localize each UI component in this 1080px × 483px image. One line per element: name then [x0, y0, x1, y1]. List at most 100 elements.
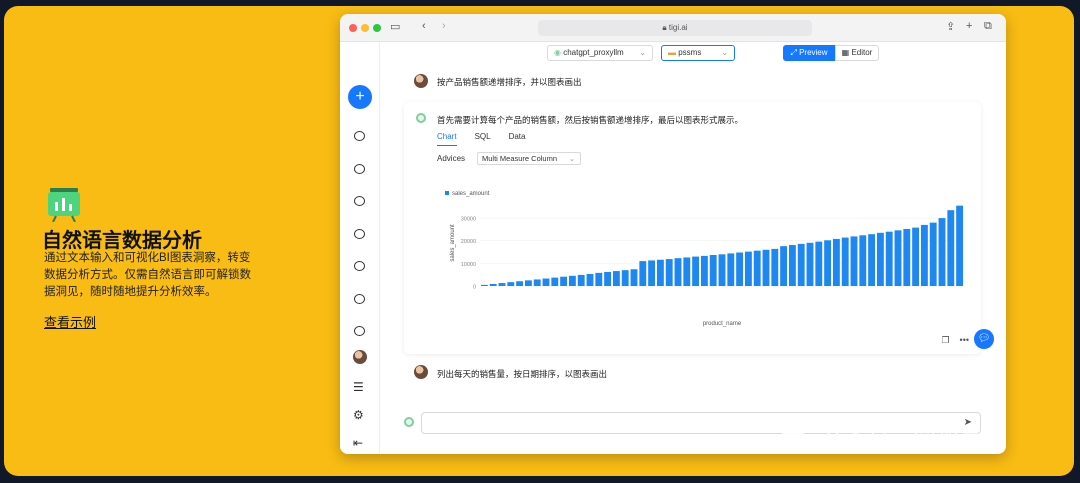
bar	[929, 222, 937, 286]
tabs-overview-icon[interactable]: ⧉	[984, 20, 992, 33]
bar	[560, 276, 568, 286]
bar	[489, 283, 497, 286]
card-actions: ❐ •••	[941, 335, 969, 346]
user-avatar	[414, 365, 428, 379]
bar	[938, 218, 946, 286]
bar	[674, 258, 682, 286]
sidebar-toggle-icon[interactable]: ▭	[390, 20, 400, 33]
advices-label: Advices	[437, 154, 466, 163]
chat-float-button[interactable]: 💬︎	[974, 329, 994, 349]
chat-history-icon[interactable]	[354, 164, 365, 174]
bar	[648, 260, 656, 286]
tab-sql[interactable]: SQL	[475, 132, 491, 146]
more-icon[interactable]: •••	[960, 335, 969, 346]
share-icon[interactable]: ⇪	[946, 20, 955, 33]
bar	[656, 259, 664, 286]
chevron-down-icon: ⌄	[721, 48, 728, 57]
bar	[744, 251, 752, 286]
wechat-icon	[781, 427, 813, 452]
forward-icon[interactable]: ›	[442, 20, 446, 32]
copy-icon[interactable]: ❐	[941, 335, 949, 346]
bar	[612, 271, 620, 286]
y-tick-label: 30000	[461, 217, 476, 223]
legend-swatch	[445, 191, 449, 195]
assistant-response-card: 首先需要计算每个产品的销售额，然后按销售额递增排序，最后以图表形式展示。 Cha…	[404, 102, 981, 354]
bar	[665, 259, 673, 286]
bar	[771, 248, 779, 286]
bar	[639, 261, 647, 286]
advices-select-value: Multi Measure Column	[482, 154, 558, 163]
tab-chart[interactable]: Chart	[437, 132, 457, 146]
new-chat-button[interactable]: +	[348, 85, 372, 109]
bar	[709, 254, 717, 286]
bar	[956, 205, 964, 286]
address-bar[interactable]: 🔒︎ tigi.ai	[538, 20, 812, 36]
collapse-sidebar-icon[interactable]: ⇤	[353, 436, 363, 450]
chevron-down-icon: ⌄	[639, 48, 646, 57]
y-tick-label: 10000	[461, 262, 476, 268]
bar	[498, 283, 506, 286]
assistant-icon	[404, 417, 414, 427]
bar	[780, 246, 788, 286]
chat-toolbar: ◉ chatgpt_proxyllm ⌄ ▬ pssms ⌄ ⤢ Preview ▦…	[380, 42, 1006, 64]
editor-label: Editor	[851, 48, 873, 57]
settings-icon[interactable]: ⚙	[353, 408, 364, 422]
view-example-link[interactable]: 查看示例	[44, 312, 96, 331]
app-sidebar: + ☰ ⚙ ⇤	[340, 42, 380, 454]
bar	[621, 270, 629, 286]
user-avatar[interactable]	[353, 350, 367, 364]
bar	[850, 236, 858, 286]
watermark: 公众号 · 赛那云	[780, 424, 983, 456]
assistant-icon	[416, 113, 426, 123]
preview-label: Preview	[799, 48, 828, 57]
bar	[524, 280, 532, 286]
bar	[577, 274, 585, 286]
bar	[885, 231, 893, 286]
bar	[718, 254, 726, 286]
database-icon: ▬	[668, 48, 679, 57]
bar	[568, 275, 576, 286]
assistant-message: 首先需要计算每个产品的销售额，然后按销售额递增排序，最后以图表形式展示。	[437, 115, 744, 125]
chat-history-icon[interactable]	[354, 196, 365, 206]
advices-select[interactable]: Multi Measure Column ⌄	[477, 152, 581, 165]
chart-board-icon	[48, 188, 80, 222]
chat-history-icon[interactable]	[354, 294, 365, 304]
bar	[894, 230, 902, 286]
model-select-value: chatgpt_proxyllm	[563, 48, 624, 57]
browser-window: ▭ ‹ › 🔒︎ tigi.ai ⇪ + ⧉ + ☰ ⚙ ⇤ ◉ chatgpt…	[340, 14, 1006, 454]
bar	[947, 210, 955, 286]
sales-bar-chart: 0 10000 20000 30000 sales_amount sales_amount…	[445, 191, 964, 327]
url-text: tigi.ai	[668, 23, 688, 32]
model-icon: ◉	[554, 48, 564, 57]
user-message: 列出每天的销售量，按日期排序，以图表画出	[437, 369, 608, 379]
preview-button[interactable]: ⤢ Preview	[783, 45, 835, 61]
tab-data[interactable]: Data	[509, 132, 526, 146]
bar	[586, 274, 594, 286]
chat-history-icon[interactable]	[354, 261, 365, 271]
minimize-window-icon[interactable]	[361, 24, 369, 32]
x-axis-label: product_name	[703, 321, 742, 327]
chat-history-icon[interactable]	[354, 131, 365, 141]
chat-history-icon[interactable]	[354, 326, 365, 336]
model-select[interactable]: ◉ chatgpt_proxyllm ⌄	[547, 45, 653, 61]
new-tab-icon[interactable]: +	[966, 20, 972, 32]
maximize-window-icon[interactable]	[373, 24, 381, 32]
menu-icon[interactable]: ☰	[353, 380, 364, 394]
bar	[700, 255, 708, 286]
bar	[683, 257, 691, 286]
bar	[797, 243, 805, 286]
bar	[832, 238, 840, 286]
bar	[868, 234, 876, 286]
y-tick-label: 20000	[461, 239, 476, 245]
close-window-icon[interactable]	[349, 24, 357, 32]
bar	[859, 235, 867, 286]
database-select[interactable]: ▬ pssms ⌄	[661, 45, 735, 61]
chat-history-icon[interactable]	[354, 229, 365, 239]
bar	[542, 278, 550, 286]
bar	[762, 249, 770, 286]
bar	[551, 277, 559, 286]
user-message: 按产品销售额递增排序，并以图表画出	[437, 77, 582, 87]
bar	[727, 253, 735, 286]
back-icon[interactable]: ‹	[422, 20, 426, 32]
editor-button[interactable]: ▦ Editor	[835, 45, 879, 61]
